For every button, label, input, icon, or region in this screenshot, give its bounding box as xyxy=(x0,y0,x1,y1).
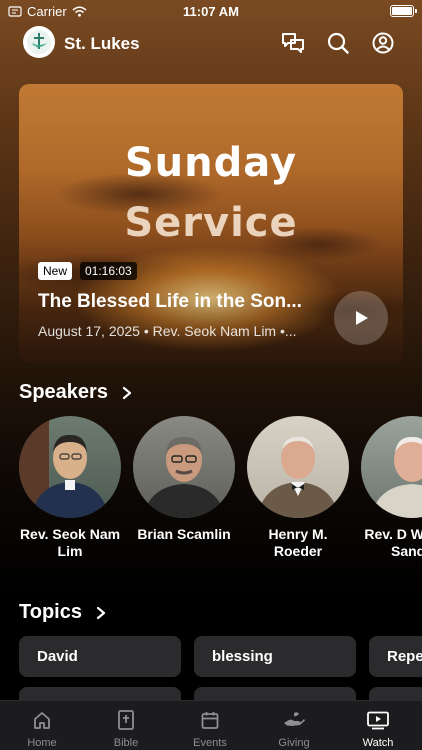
topic-chip[interactable]: David xyxy=(19,636,181,677)
tab-label: Bible xyxy=(113,737,139,749)
speaker-name: Brian Scamlin xyxy=(137,526,231,542)
speakers-header[interactable]: Speakers xyxy=(19,381,132,404)
battery-icon xyxy=(390,5,417,17)
topic-chip[interactable] xyxy=(369,687,422,700)
duration-badge: 01:16:03 xyxy=(80,262,137,280)
church-logo[interactable] xyxy=(23,26,55,58)
tab-giving[interactable]: Giving xyxy=(252,701,336,750)
hero-title-line2: Service xyxy=(124,200,298,246)
home-icon xyxy=(29,708,55,732)
topic-chip[interactable]: blessing xyxy=(194,636,356,677)
topic-chip[interactable] xyxy=(194,687,356,700)
play-button[interactable] xyxy=(334,291,388,345)
logo-icon xyxy=(27,30,51,54)
tab-label: Home xyxy=(27,737,57,749)
sermon-title[interactable]: The Blessed Life in the Son... xyxy=(38,291,318,313)
app-header: St. Lukes xyxy=(0,26,422,62)
tab-label: Events xyxy=(193,737,227,749)
topics-grid[interactable]: David blessing Repe xyxy=(19,636,422,700)
avatar xyxy=(247,416,349,518)
tab-bar: Home Bible Events Giving Watch xyxy=(0,700,422,750)
tab-home[interactable]: Home xyxy=(0,701,84,750)
tab-watch[interactable]: Watch xyxy=(336,701,420,750)
avatar xyxy=(361,416,422,518)
speaker-card[interactable]: Rev. D William Sande xyxy=(361,416,422,560)
giving-icon xyxy=(281,708,307,732)
featured-sermon-card[interactable]: Sunday Service New 01:16:03 The Blessed … xyxy=(19,84,403,363)
status-time: 11:07 AM xyxy=(183,4,239,19)
play-icon xyxy=(356,311,368,325)
tab-bible[interactable]: Bible xyxy=(84,701,168,750)
topic-chip[interactable]: Repe xyxy=(369,636,422,677)
church-name: St. Lukes xyxy=(64,34,140,53)
speaker-card[interactable]: Henry M. Roeder xyxy=(247,416,349,560)
topic-chip[interactable] xyxy=(19,687,181,700)
avatar xyxy=(19,416,121,518)
tab-label: Watch xyxy=(362,737,394,749)
chevron-right-icon xyxy=(96,606,106,619)
bible-icon xyxy=(113,708,139,732)
speakers-title: Speakers xyxy=(19,381,108,403)
sermon-meta: August 17, 2025 • Rev. Seok Nam Lim •... xyxy=(38,323,297,339)
speaker-card[interactable]: Rev. Seok Nam Lim xyxy=(19,416,121,560)
tab-events[interactable]: Events xyxy=(168,701,252,750)
speaker-name: Henry M. Roeder xyxy=(268,526,328,559)
topics-header[interactable]: Topics xyxy=(19,601,106,624)
speaker-name: Rev. D William Sande xyxy=(364,526,422,559)
avatar xyxy=(133,416,235,518)
speakers-carousel[interactable]: Rev. Seok Nam Lim Brian Scamlin Henry M.… xyxy=(19,416,422,584)
hero-title-line1: Sunday xyxy=(124,140,298,186)
watch-icon xyxy=(365,708,391,732)
speaker-name: Rev. Seok Nam Lim xyxy=(19,526,121,559)
chevron-right-icon xyxy=(122,386,132,399)
speaker-card[interactable]: Brian Scamlin xyxy=(133,416,235,543)
new-badge: New xyxy=(38,262,73,280)
search-icon[interactable] xyxy=(325,30,351,56)
topics-title: Topics xyxy=(19,601,82,623)
status-bar: Carrier 11:07 AM xyxy=(0,0,422,22)
calendar-icon xyxy=(197,708,223,732)
chat-icon[interactable] xyxy=(280,30,306,56)
tab-label: Giving xyxy=(278,737,310,749)
profile-icon[interactable] xyxy=(370,30,396,56)
